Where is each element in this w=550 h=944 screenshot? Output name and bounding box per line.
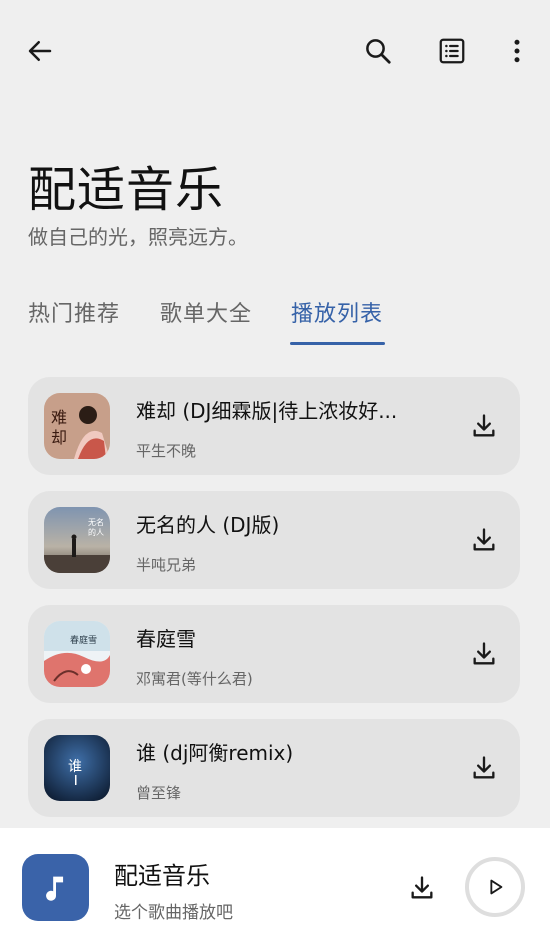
download-button[interactable] [460,516,508,564]
player-subtitle: 选个歌曲播放吧 [114,903,233,923]
top-toolbar [0,0,550,100]
tab-playlist-collection[interactable]: 歌单大全 [160,296,252,328]
page-subtitle: 做自己的光，照亮远方。 [28,225,248,249]
tab-play-list[interactable]: 播放列表 [291,296,383,328]
song-item-3[interactable]: 春庭雪 春庭雪 邓寓君(等什么君) [28,605,520,703]
list-view-button[interactable] [428,27,476,75]
svg-text:谁: 谁 [68,759,82,775]
song-title: 谁 (dj阿衡remix) [136,741,294,765]
arrow-left-icon [28,41,52,61]
mini-player[interactable]: 配适音乐 选个歌曲播放吧 [0,828,550,944]
svg-text:无名: 无名 [88,517,104,527]
back-button[interactable] [16,27,64,75]
page-title: 配适音乐 [28,162,225,218]
song-artist: 半吨兄弟 [136,556,197,574]
song-item-1[interactable]: 难 却 难却 (DJ细霖版|待上浓妆好... 平生不晚 [28,377,520,475]
music-note-icon [45,876,63,901]
play-icon [490,879,503,895]
more-vertical-icon [514,39,520,63]
download-icon [473,756,495,779]
album-cover: 春庭雪 [44,621,110,687]
song-title: 无名的人 (DJ版) [136,513,280,537]
album-cover: 无名 的人 [44,507,110,573]
list-view-icon [439,38,465,64]
tab-hot-recommend[interactable]: 热门推荐 [28,296,120,328]
song-artist: 曾至锋 [136,784,182,802]
download-button[interactable] [460,744,508,792]
search-button[interactable] [354,27,402,75]
player-download-button[interactable] [398,864,446,912]
download-icon [411,876,433,899]
download-button[interactable] [460,630,508,678]
app-screen: 配适音乐 做自己的光，照亮远方。 热门推荐 歌单大全 播放列表 难 却 难却 (… [0,0,550,944]
download-icon [473,642,495,665]
more-options-button[interactable] [493,27,541,75]
song-artist: 邓寓君(等什么君) [136,670,253,688]
song-title: 春庭雪 [136,627,196,651]
song-item-2[interactable]: 无名 的人 无名的人 (DJ版) 半吨兄弟 [28,491,520,589]
svg-text:却: 却 [51,428,67,447]
album-cover: 难 却 [44,393,110,459]
svg-text:的人: 的人 [88,527,104,537]
song-title: 难却 (DJ细霖版|待上浓妆好... [136,399,398,423]
song-item-4[interactable]: 谁 谁 (dj阿衡remix) 曾至锋 [28,719,520,817]
svg-text:难: 难 [51,408,67,427]
active-tab-indicator [290,342,385,345]
download-button[interactable] [460,402,508,450]
download-icon [473,414,495,437]
player-title: 配适音乐 [114,862,210,890]
search-icon [366,39,391,64]
player-artwork [22,854,89,921]
play-button[interactable] [465,857,525,917]
tab-bar: 热门推荐 歌单大全 播放列表 [0,290,550,350]
svg-text:春庭雪: 春庭雪 [70,634,97,646]
song-artist: 平生不晚 [136,442,197,460]
download-icon [473,528,495,551]
album-cover: 谁 [44,735,110,801]
